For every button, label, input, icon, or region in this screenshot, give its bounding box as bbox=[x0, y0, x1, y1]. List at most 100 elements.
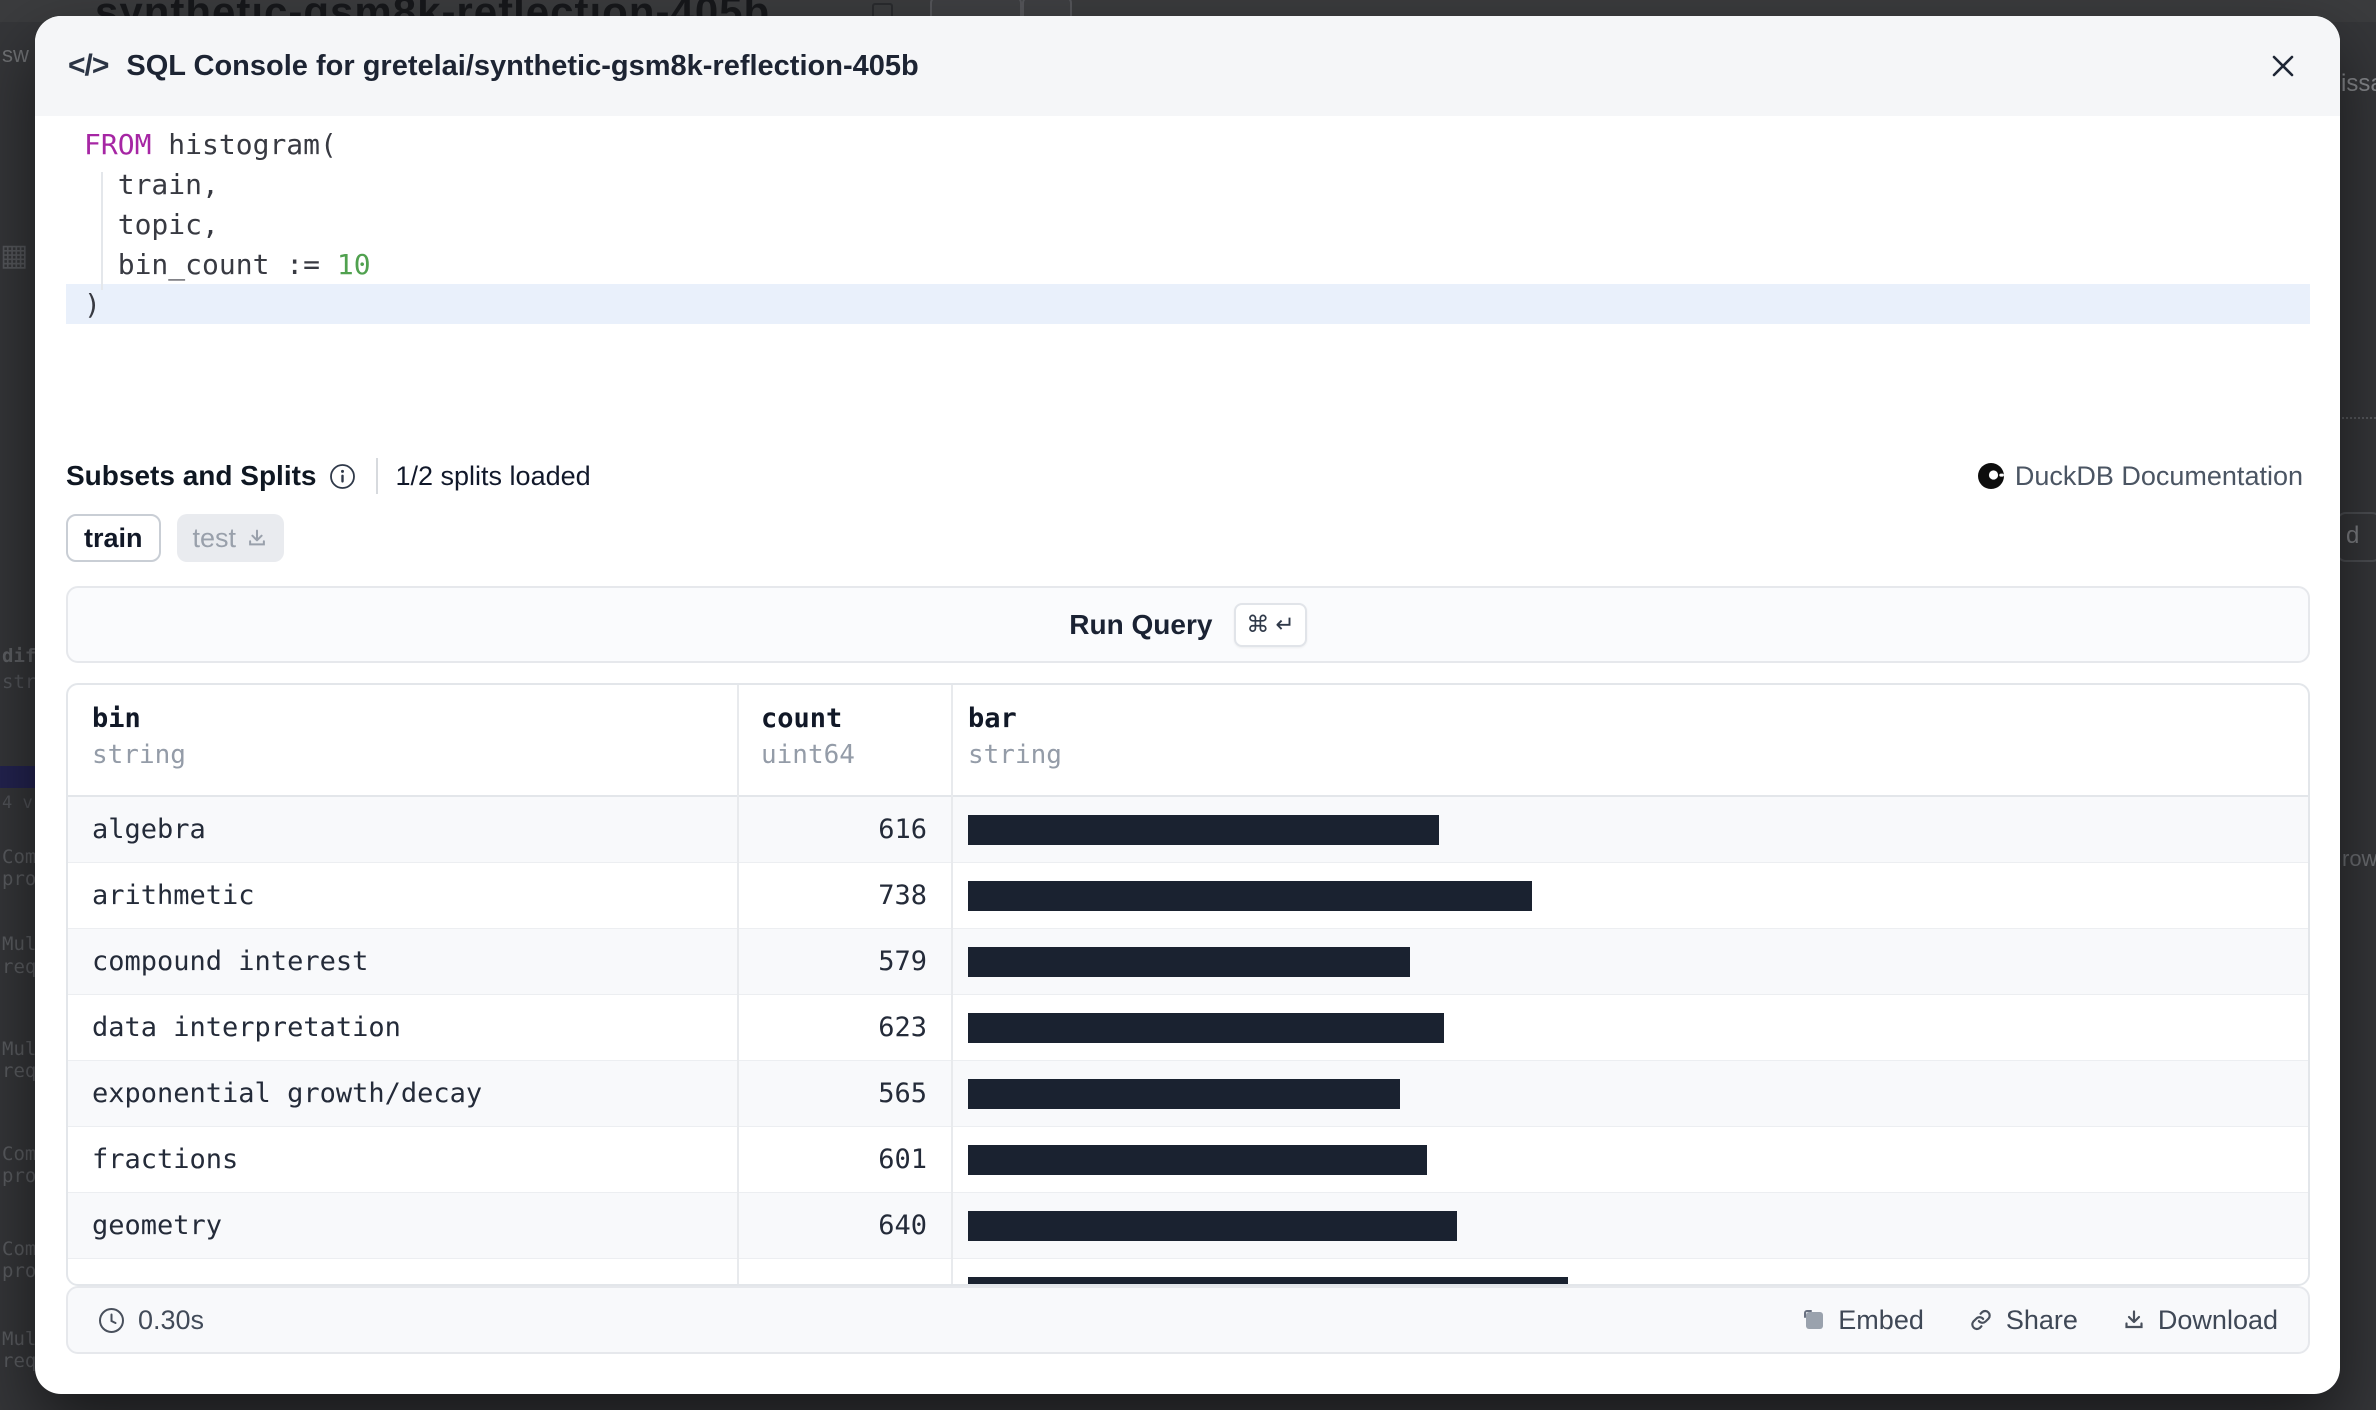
split-pill-test[interactable]: test bbox=[177, 514, 285, 562]
code-line[interactable]: train, bbox=[66, 164, 2310, 204]
splits-loaded-status: 1/2 splits loaded bbox=[396, 461, 591, 492]
download-icon bbox=[246, 527, 268, 549]
divider bbox=[376, 458, 378, 494]
bar-cell bbox=[968, 1211, 1457, 1241]
modal-header: </> SQL Console for gretelai/synthetic-g… bbox=[35, 16, 2340, 116]
code-token-plain: train, bbox=[84, 168, 219, 201]
bin-cell: data interpretation bbox=[92, 1012, 401, 1043]
column-divider bbox=[951, 685, 953, 1284]
info-icon[interactable] bbox=[329, 463, 356, 490]
code-token-plain: topic, bbox=[84, 208, 219, 241]
sql-editor[interactable]: FROM histogram( train, topic, bin_count … bbox=[35, 116, 2340, 416]
histogram-bar bbox=[968, 1013, 1444, 1043]
code-token-plain: histogram( bbox=[151, 128, 336, 161]
embed-label: Embed bbox=[1838, 1305, 1924, 1336]
table-body: algebra616arithmetic738compound interest… bbox=[68, 797, 2308, 1259]
column-type: string bbox=[92, 740, 186, 770]
bar-cell bbox=[968, 947, 1410, 977]
code-token-plain: bin_count := bbox=[84, 248, 337, 281]
code-lines: FROM histogram( train, topic, bin_count … bbox=[35, 116, 2340, 324]
share-icon bbox=[1968, 1307, 1994, 1333]
download-label: Download bbox=[2158, 1305, 2278, 1336]
embed-icon bbox=[1802, 1308, 1826, 1332]
histogram-bar bbox=[968, 815, 1439, 845]
background-fragment: Com bbox=[2, 1238, 36, 1260]
screen: synthetic-gsm8k-reflection-405b sw ▦ V d… bbox=[0, 0, 2376, 1410]
code-icon: </> bbox=[68, 49, 108, 83]
duckdb-logo-icon bbox=[1977, 462, 2005, 490]
table-row: data interpretation 623 bbox=[68, 995, 2308, 1061]
count-cell: 623 bbox=[737, 1012, 927, 1043]
bar-cell bbox=[968, 1277, 1568, 1286]
partial-bar bbox=[968, 1277, 1568, 1286]
histogram-bar bbox=[968, 947, 1410, 977]
background-fragment: str bbox=[2, 671, 36, 693]
background-fragment: Mul bbox=[2, 1038, 36, 1060]
bin-cell: compound interest bbox=[92, 946, 368, 977]
bin-cell: algebra bbox=[92, 814, 206, 845]
background-fragment: sw bbox=[2, 42, 29, 68]
code-line[interactable]: bin_count := 10 bbox=[66, 244, 2310, 284]
run-query-label: Run Query bbox=[1069, 609, 1212, 641]
column-divider bbox=[737, 685, 739, 1284]
background-fragment: Mul bbox=[2, 933, 36, 955]
background-fragment: pro bbox=[2, 1165, 36, 1187]
keyboard-shortcut-badge: ⌘ ↵ bbox=[1234, 603, 1306, 647]
close-icon[interactable] bbox=[2266, 49, 2300, 83]
column-type: uint64 bbox=[761, 740, 855, 770]
code-line[interactable]: topic, bbox=[66, 204, 2310, 244]
split-label: train bbox=[84, 523, 143, 554]
share-button[interactable]: Share bbox=[1968, 1305, 2078, 1336]
bar-cell bbox=[968, 881, 1532, 911]
table-row: exponential growth/decay 565 bbox=[68, 1061, 2308, 1127]
download-icon bbox=[2122, 1308, 2146, 1332]
count-cell: 565 bbox=[737, 1078, 927, 1109]
subsets-heading: Subsets and Splits bbox=[66, 460, 317, 492]
background-fragment: dif bbox=[2, 645, 36, 667]
background-selection-bar bbox=[0, 766, 35, 788]
bar-cell bbox=[968, 1079, 1400, 1109]
code-line[interactable]: FROM histogram( bbox=[66, 124, 2310, 164]
duration-label: 0.30s bbox=[138, 1305, 204, 1336]
embed-button[interactable]: Embed bbox=[1802, 1305, 1924, 1336]
background-fragment: pro bbox=[2, 868, 36, 890]
run-query-button[interactable]: Run Query ⌘ ↵ bbox=[66, 586, 2310, 663]
column-name: bar bbox=[968, 703, 1062, 734]
background-fragment: req bbox=[2, 956, 36, 978]
cmd-key: ⌘ bbox=[1246, 611, 1269, 638]
count-cell: 616 bbox=[737, 814, 927, 845]
split-pills: train test bbox=[66, 514, 284, 562]
code-token-keyword: FROM bbox=[84, 128, 151, 161]
column-header-count: count uint64 bbox=[761, 703, 855, 770]
background-fragment: row bbox=[2342, 846, 2376, 872]
bin-cell: geometry bbox=[92, 1210, 222, 1241]
duckdb-documentation-link[interactable]: DuckDB Documentation bbox=[1977, 461, 2303, 492]
split-pill-train[interactable]: train bbox=[66, 514, 161, 562]
background-fragment: issa bbox=[2341, 70, 2376, 98]
code-line[interactable]: ) bbox=[66, 284, 2310, 324]
background-fragment: Mul bbox=[2, 1328, 36, 1350]
bin-cell: arithmetic bbox=[92, 880, 255, 911]
table-header: bin string count uint64 bar string bbox=[68, 685, 2308, 797]
download-button[interactable]: Download bbox=[2122, 1305, 2278, 1336]
results-table: bin string count uint64 bar string algeb… bbox=[66, 683, 2310, 1286]
bar-cell bbox=[968, 1013, 1444, 1043]
table-row: fractions601 bbox=[68, 1127, 2308, 1193]
column-header-bar: bar string bbox=[968, 703, 1062, 770]
histogram-bar bbox=[968, 881, 1532, 911]
clock-icon bbox=[98, 1307, 125, 1334]
background-fragment: Com bbox=[2, 846, 36, 868]
indent-guide bbox=[101, 172, 103, 290]
histogram-bar bbox=[968, 1079, 1400, 1109]
histogram-bar bbox=[968, 1145, 1427, 1175]
code-token-number: 10 bbox=[337, 248, 371, 281]
bin-cell: fractions bbox=[92, 1144, 238, 1175]
bin-cell: exponential growth/decay bbox=[92, 1078, 482, 1109]
split-label: test bbox=[193, 523, 237, 554]
subsets-row: Subsets and Splits 1/2 splits loaded Duc… bbox=[66, 453, 2303, 499]
table-row-partial bbox=[68, 1259, 2308, 1286]
modal-title: SQL Console for gretelai/synthetic-gsm8k… bbox=[126, 50, 918, 83]
background-fragment: d bbox=[2346, 522, 2359, 550]
query-duration: 0.30s bbox=[98, 1305, 204, 1336]
background-fragment: req bbox=[2, 1350, 36, 1372]
